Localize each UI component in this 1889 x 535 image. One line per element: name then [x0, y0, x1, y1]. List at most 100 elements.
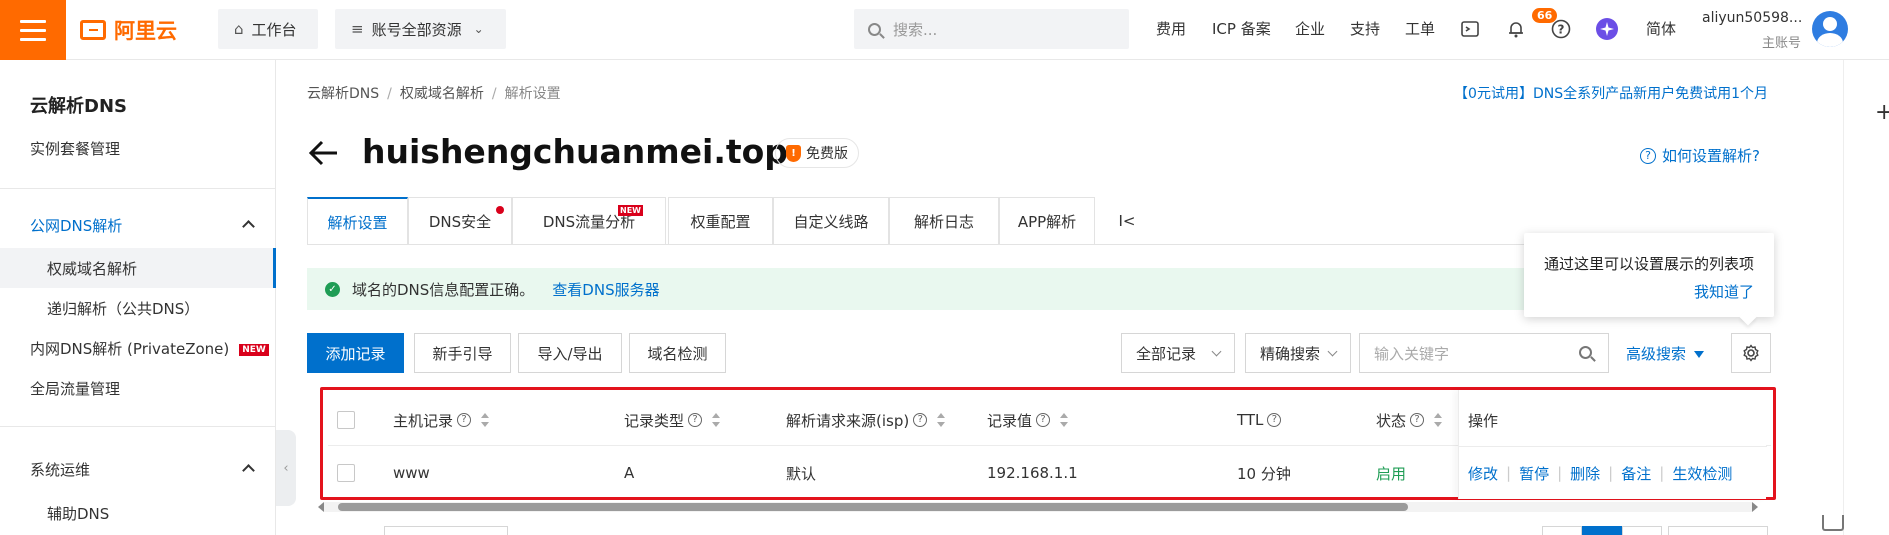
hamburger-menu-button[interactable] [0, 0, 66, 60]
sidebar-group-public-dns[interactable]: 公网DNS解析 [30, 215, 122, 236]
column-header-value[interactable]: 记录值? [987, 394, 1069, 446]
tab-dns-security[interactable]: DNS安全 [408, 197, 512, 245]
scroll-left-icon[interactable] [318, 502, 324, 512]
sort-icon[interactable] [481, 412, 490, 428]
scrollbar-thumb[interactable] [338, 503, 1408, 511]
sidebar-item-global-traffic[interactable]: 全局流量管理 [30, 378, 120, 399]
sort-icon[interactable] [1060, 412, 1069, 428]
delete-link[interactable]: 删除 [1570, 463, 1600, 484]
keyword-search-input[interactable]: 输入关键字 [1359, 333, 1609, 373]
column-header-status[interactable]: 状态? [1376, 394, 1443, 446]
add-record-button[interactable]: 添加记录 [307, 333, 404, 373]
menu-icon [20, 17, 46, 44]
sidebar-item-instance-mgmt[interactable]: 实例套餐管理 [30, 138, 120, 159]
account-name[interactable]: aliyun50598... [1702, 10, 1802, 26]
terminal-icon[interactable] [1457, 16, 1483, 42]
column-header-label: 记录值 [987, 411, 1033, 430]
effect-check-link[interactable]: 生效检测 [1672, 463, 1732, 484]
nav-ticket[interactable]: 工单 [1405, 18, 1435, 39]
tab-scroll-button[interactable]: I< [1095, 197, 1159, 245]
new-badge: NEW [618, 205, 643, 216]
aliyun-logo[interactable]: 阿里云 [80, 15, 177, 45]
tab-app-resolve[interactable]: APP解析 [999, 197, 1095, 245]
question-icon: ? [1640, 147, 1656, 164]
question-icon: ? [1267, 413, 1282, 427]
batch-action-select[interactable] [384, 526, 508, 535]
ai-assistant-icon[interactable] [1594, 16, 1620, 42]
sort-icon[interactable] [712, 412, 721, 428]
chevron-up-icon[interactable] [242, 220, 255, 233]
select-all-checkbox[interactable] [337, 394, 355, 446]
nav-enterprise[interactable]: 企业 [1295, 18, 1325, 39]
column-header-ttl[interactable]: TTL? [1237, 394, 1282, 446]
sort-icon[interactable] [1434, 412, 1443, 428]
tab-weight[interactable]: 权重配置 [668, 197, 773, 245]
tab-custom-line[interactable]: 自定义线路 [773, 197, 889, 245]
import-export-button[interactable]: 导入/导出 [518, 333, 622, 373]
row-checkbox[interactable] [337, 447, 355, 499]
workbench-button[interactable]: ⌂ 工作台 [218, 9, 318, 49]
language-switch[interactable]: 简体 [1646, 18, 1676, 39]
nav-billing[interactable]: 费用 [1156, 18, 1186, 39]
column-header-host[interactable]: 主机记录? [393, 394, 490, 446]
sort-icon[interactable] [937, 412, 946, 428]
cart-icon[interactable] [1822, 515, 1844, 531]
nav-icp[interactable]: ICP 备案 [1212, 18, 1271, 39]
tab-resolve-settings[interactable]: 解析设置 [307, 197, 408, 245]
column-header-type[interactable]: 记录类型? [624, 394, 721, 446]
view-dns-servers-link[interactable]: 查看DNS服务器 [552, 279, 659, 300]
edition-label: 免费版 [806, 146, 848, 162]
caret-down-icon [1694, 351, 1705, 358]
search-mode-select[interactable]: 精确搜索 [1245, 333, 1351, 373]
pause-link[interactable]: 暂停 [1519, 463, 1549, 484]
nav-support[interactable]: 支持 [1350, 18, 1380, 39]
question-icon: ? [1410, 413, 1425, 427]
advanced-search-toggle[interactable]: 高级搜索 [1626, 343, 1705, 364]
shield-icon: ! [786, 144, 801, 162]
breadcrumb-separator: / [491, 86, 497, 102]
global-search-input[interactable]: 搜索... [854, 9, 1129, 49]
sidebar-item-aux-dns[interactable]: 辅助DNS [47, 503, 109, 524]
bell-icon[interactable] [1503, 16, 1529, 42]
plus-icon[interactable]: + [1875, 100, 1889, 125]
pagination-current[interactable] [1582, 526, 1622, 535]
note-link[interactable]: 备注 [1621, 463, 1651, 484]
column-settings-button[interactable] [1731, 333, 1771, 373]
sidebar-item-recursive[interactable]: 递归解析（公共DNS） [47, 298, 199, 319]
search-icon[interactable] [1579, 346, 1592, 359]
sidebar-item-authoritative[interactable]: 权威域名解析 [47, 258, 137, 279]
chevron-up-icon[interactable] [242, 464, 255, 477]
sidebar-item-private-zone[interactable]: 内网DNS解析 (PrivateZone) NEW [30, 338, 269, 359]
sidebar-group-ops[interactable]: 系统运维 [30, 459, 90, 480]
domain-check-button[interactable]: 域名检测 [629, 333, 726, 373]
tooltip-dismiss-link[interactable]: 我知道了 [1694, 281, 1754, 302]
logo-text: 阿里云 [114, 19, 177, 43]
guide-button[interactable]: 新手引导 [414, 333, 511, 373]
chevron-left-icon: ‹ [283, 460, 289, 476]
resource-selector[interactable]: ≡ 账号全部资源 ⌄ [335, 9, 506, 49]
pagination-next[interactable] [1622, 526, 1662, 535]
scroll-right-icon[interactable] [1752, 502, 1758, 512]
column-header-label: 记录类型 [624, 411, 685, 430]
help-icon[interactable]: ? [1548, 16, 1574, 42]
edit-link[interactable]: 修改 [1468, 463, 1498, 484]
page-size-select[interactable] [1668, 526, 1768, 535]
home-icon: ⌂ [234, 20, 244, 38]
record-filter-value: 全部记录 [1136, 344, 1197, 363]
breadcrumb-item[interactable]: 云解析DNS [307, 86, 379, 102]
sidebar-collapse-handle[interactable]: ‹ [276, 430, 296, 506]
chevron-down-icon: ⌄ [473, 22, 484, 36]
pagination-prev[interactable] [1542, 526, 1582, 535]
resource-selector-label: 账号全部资源 [371, 20, 462, 39]
back-arrow-icon[interactable] [307, 136, 341, 170]
sidebar-divider [0, 426, 276, 427]
help-link[interactable]: ? 如何设置解析? [1640, 145, 1760, 166]
column-header-isp[interactable]: 解析请求来源(isp)? [786, 394, 946, 446]
record-filter-select[interactable]: 全部记录 [1121, 333, 1235, 373]
cell-isp: 默认 [786, 464, 817, 483]
tab-resolve-log[interactable]: 解析日志 [889, 197, 999, 245]
breadcrumb-item[interactable]: 权威域名解析 [400, 86, 484, 102]
avatar[interactable] [1812, 11, 1848, 47]
promo-link[interactable]: 【0元试用】DNS全系列产品新用户免费试用1个月 [1454, 83, 1768, 103]
actions-column: 操作 修改 | 暂停 | 删除 | 备注 | 生效检测 [1458, 390, 1767, 499]
